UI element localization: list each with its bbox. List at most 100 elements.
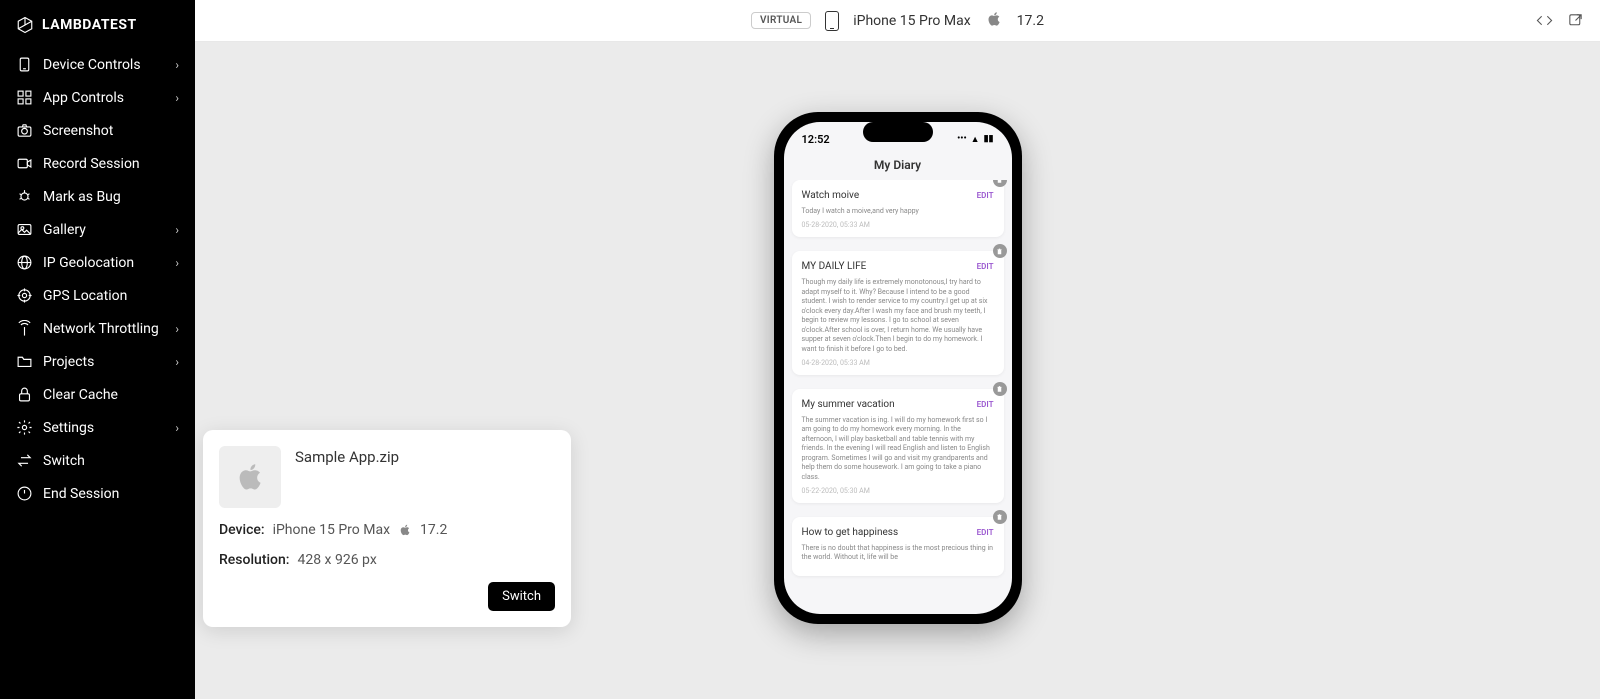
sidebar-item-clear-cache[interactable]: Clear Cache: [0, 378, 195, 411]
sidebar-item-screenshot[interactable]: Screenshot: [0, 114, 195, 147]
folder-icon: [16, 353, 33, 370]
bug-icon: [16, 188, 33, 205]
swap-icon: [16, 452, 33, 469]
delete-icon[interactable]: [993, 382, 1007, 396]
device-value: iPhone 15 Pro Max: [273, 522, 390, 538]
sidebar-item-ip-geolocation[interactable]: IP Geolocation ›: [0, 246, 195, 279]
status-time: 12:52: [802, 133, 830, 146]
delete-icon[interactable]: [993, 244, 1007, 258]
gear-icon: [16, 419, 33, 436]
diary-edit-button[interactable]: EDIT: [977, 262, 994, 271]
sidebar-item-label: Record Session: [43, 156, 140, 172]
diary-edit-button[interactable]: EDIT: [977, 400, 994, 409]
resolution-value: 428 x 926 px: [297, 552, 376, 568]
apps-icon: [16, 89, 33, 106]
diary-card[interactable]: How to get happiness EDIT There is no do…: [792, 517, 1004, 576]
sidebar-item-switch[interactable]: Switch: [0, 444, 195, 477]
diary-card-date: 05-28-2020, 05:33 AM: [802, 221, 994, 229]
lock-icon: [16, 386, 33, 403]
sidebar-item-label: Mark as Bug: [43, 189, 121, 205]
app-screen-title: My Diary: [784, 156, 1012, 180]
brand-logo: LAMBDATEST: [0, 12, 195, 48]
diary-card[interactable]: Watch moive EDIT Today I watch a moive,a…: [792, 180, 1004, 237]
power-icon: [16, 485, 33, 502]
apple-thumb-icon: [233, 460, 267, 494]
sidebar-item-gps-location[interactable]: GPS Location: [0, 279, 195, 312]
delete-icon[interactable]: [993, 180, 1007, 187]
sidebar-item-device-controls[interactable]: Device Controls›: [0, 48, 195, 81]
topbar-os-version: 17.2: [1017, 13, 1044, 29]
chevron-right-icon: ›: [175, 91, 179, 105]
topbar-center: VIRTUAL iPhone 15 Pro Max 17.2: [751, 10, 1044, 32]
sidebar-item-label: Gallery: [43, 222, 86, 238]
chevron-right-icon: ›: [175, 421, 179, 435]
globe-icon: [16, 254, 33, 271]
device-label: Device:: [219, 522, 265, 538]
sidebar-item-settings[interactable]: Settings ›: [0, 411, 195, 444]
external-icon[interactable]: [1567, 12, 1584, 29]
os-value: 17.2: [420, 522, 447, 538]
diary-edit-button[interactable]: EDIT: [977, 191, 994, 200]
sidebar-item-end-session[interactable]: End Session: [0, 477, 195, 510]
device-canvas: Sample App.zip Device: iPhone 15 Pro Max…: [195, 42, 1600, 699]
device-screen[interactable]: 12:52 ••• ▲ ▮▮ My Diary Watch moive EDIT…: [784, 122, 1012, 614]
antenna-icon: [16, 320, 33, 337]
sidebar-item-gallery[interactable]: Gallery ›: [0, 213, 195, 246]
sidebar-item-label: App Controls: [43, 90, 124, 106]
sidebar-item-label: GPS Location: [43, 288, 127, 304]
diary-card-date: 05-22-2020, 05:30 AM: [802, 487, 994, 495]
switch-button[interactable]: Switch: [488, 582, 555, 611]
sidebar-item-network-throttling[interactable]: Network Throttling ›: [0, 312, 195, 345]
sidebar-item-label: Screenshot: [43, 123, 113, 139]
wifi-icon: ▲: [971, 134, 980, 145]
sidebar-item-label: Projects: [43, 354, 94, 370]
chevron-right-icon: ›: [175, 355, 179, 369]
gallery-icon: [16, 221, 33, 238]
diary-card-body: Today I watch a moive,and very happy: [802, 207, 994, 216]
diary-card-title: How to get happiness: [802, 527, 899, 538]
sidebar-item-label: Device Controls: [43, 57, 141, 73]
topbar-right: [1536, 12, 1584, 29]
video-icon: [16, 155, 33, 172]
device-frame: 12:52 ••• ▲ ▮▮ My Diary Watch moive EDIT…: [774, 112, 1022, 624]
diary-card[interactable]: MY DAILY LIFE EDIT Though my daily life …: [792, 251, 1004, 375]
sidebar: LAMBDATEST Device Controls›App Controls›…: [0, 0, 195, 699]
virtual-badge: VIRTUAL: [751, 12, 811, 29]
battery-icon: ▮▮: [984, 134, 994, 144]
diary-card-body: There is no doubt that happiness is the …: [802, 544, 994, 563]
device-outline-icon: [825, 11, 839, 31]
main-area: VIRTUAL iPhone 15 Pro Max 17.2 Sample Ap…: [195, 0, 1600, 699]
app-thumbnail: [219, 446, 281, 508]
sidebar-item-mark-as-bug[interactable]: Mark as Bug: [0, 180, 195, 213]
signal-icon: •••: [957, 134, 967, 144]
sidebar-item-label: Settings: [43, 420, 94, 436]
diary-card-body: Though my daily life is extremely monoto…: [802, 278, 994, 354]
diary-card-body: The summer vacation is ing. I will do my…: [802, 416, 994, 482]
sidebar-item-label: Switch: [43, 453, 85, 469]
diary-card-title: MY DAILY LIFE: [802, 261, 867, 272]
diary-card-list: Watch moive EDIT Today I watch a moive,a…: [784, 180, 1012, 612]
delete-icon[interactable]: [993, 510, 1007, 524]
chevron-right-icon: ›: [175, 322, 179, 336]
target-icon: [16, 287, 33, 304]
sidebar-item-label: Clear Cache: [43, 387, 118, 403]
camera-icon: [16, 122, 33, 139]
topbar: VIRTUAL iPhone 15 Pro Max 17.2: [195, 0, 1600, 42]
chevron-right-icon: ›: [175, 223, 179, 237]
diary-card-date: 04-28-2020, 05:33 AM: [802, 359, 994, 367]
phone-icon: [16, 56, 33, 73]
sidebar-item-record-session[interactable]: Record Session: [0, 147, 195, 180]
sidebar-item-label: IP Geolocation: [43, 255, 134, 271]
diary-card-title: Watch moive: [802, 190, 860, 201]
diary-card[interactable]: My summer vacation EDIT The summer vacat…: [792, 389, 1004, 503]
sidebar-item-label: Network Throttling: [43, 321, 159, 337]
diary-edit-button[interactable]: EDIT: [977, 528, 994, 537]
sidebar-item-projects[interactable]: Projects ›: [0, 345, 195, 378]
apple-icon: [985, 10, 1003, 32]
topbar-device-name: iPhone 15 Pro Max: [853, 13, 970, 29]
chevron-right-icon: ›: [175, 256, 179, 270]
resolution-label: Resolution:: [219, 552, 289, 568]
code-icon[interactable]: [1536, 12, 1553, 29]
sidebar-item-app-controls[interactable]: App Controls ›: [0, 81, 195, 114]
diary-card-title: My summer vacation: [802, 399, 895, 410]
